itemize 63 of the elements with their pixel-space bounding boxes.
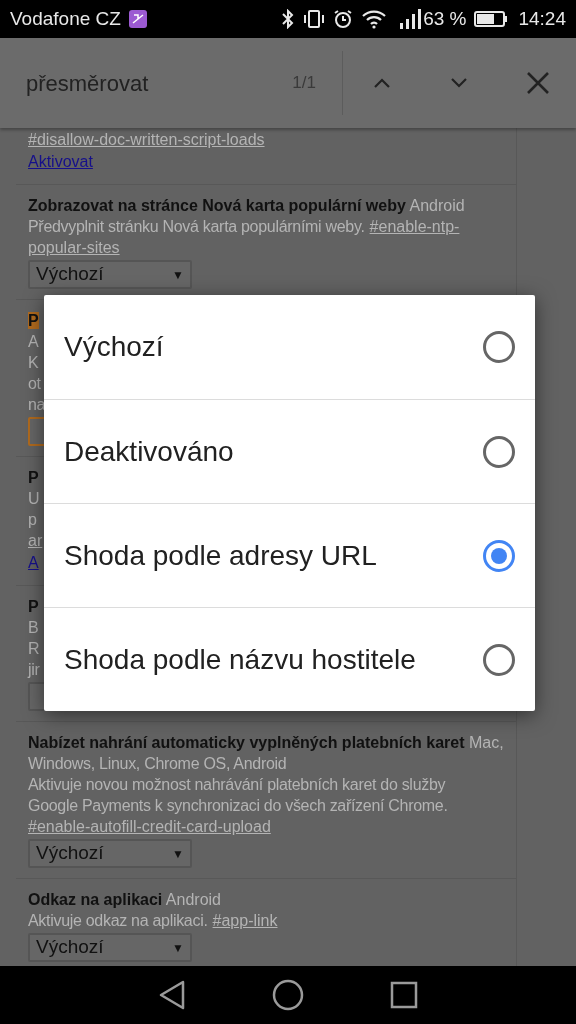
flag-description: R [28,640,40,657]
carrier-label: Vodafone CZ [10,6,121,31]
flag-description: Předvyplnit stránku Nová karta populárními weby. [28,218,365,235]
chevron-up-icon[interactable] [373,77,391,89]
option-select[interactable]: Výchozí ▼ [28,260,192,289]
flag-title: P [28,312,39,329]
option-row[interactable]: Shoda podle adresy URL [44,503,535,607]
battery-percent: 63 % [423,6,467,31]
flag-description: Aktivuje novou možnost nahrávání platebních karet do služby [28,776,446,793]
flag-description: na [28,396,46,413]
option-select[interactable]: Výchozí ▼ [28,933,192,962]
flag-link[interactable]: popular-sites [28,239,120,256]
signal-icon [399,9,422,29]
flag-link[interactable]: #app-link [212,912,278,929]
bluetooth-icon [281,9,296,29]
option-label: Deaktivováno [64,434,235,469]
home-icon[interactable] [272,979,304,1011]
option-label: Shoda podle názvu hostitele [64,642,417,677]
flag-description: p [28,511,37,528]
flag-description: Windows, Linux, Chrome OS, Android [28,755,287,772]
image-icon [128,10,147,28]
flag-description: U [28,490,40,507]
flag-title: Zobrazovat na stránce Nová karta populární weby [28,197,406,214]
flag-description: A [28,333,39,350]
flag-description: jir [28,661,40,678]
recents-icon[interactable] [390,981,418,1009]
chevron-down-icon[interactable] [450,77,468,89]
option-select[interactable]: Výchozí ▼ [28,839,192,868]
option-row[interactable]: Výchozí [44,295,535,399]
flag-title: Nabízet nahrání automaticky vyplněných platebních karet [28,734,465,751]
option-label: Výchozí [64,330,165,364]
platform-label: Android [408,197,465,214]
enable-link[interactable]: A [28,554,39,571]
alarm-icon [333,9,354,29]
vibrate-icon [303,9,326,29]
flag-description: K [28,354,39,371]
flag-link[interactable]: ar [28,532,43,549]
flag-description: B [28,619,39,636]
flag-link[interactable]: #enable-autofill-credit-card-upload [28,818,271,835]
platform-label: Mac, [468,734,504,751]
option-label: Shoda podle adresy URL [64,538,378,573]
flag-title: P [28,469,39,486]
flag-title: Odkaz na aplikaci [28,891,163,908]
radio-button[interactable] [483,331,515,363]
radio-button[interactable] [483,643,515,676]
back-icon[interactable] [158,980,186,1010]
flag-description: ot [28,375,41,392]
flag-link[interactable]: #disallow-doc-written-script-loads [28,131,265,148]
flag-title: P [28,598,39,615]
enable-link[interactable]: Aktivovat [28,153,93,170]
flag-description: Aktivuje odkaz na aplikaci. [28,912,208,929]
flag-description: Google Payments k synchronizaci do všech zařízení Chrome. [28,797,448,814]
option-row[interactable]: Shoda podle názvu hostitele [44,607,535,711]
platform-label: Android [164,891,221,908]
flag-link[interactable]: #enable-ntp- [369,218,460,235]
close-icon[interactable] [526,71,550,95]
battery-icon [474,10,509,28]
radio-button[interactable] [483,539,515,572]
find-query[interactable]: přesměrovat [26,66,149,100]
clock: 14:24 [518,6,566,31]
wifi-icon [361,9,388,29]
radio-button[interactable] [483,435,515,468]
option-row[interactable]: Deaktivováno [44,399,535,503]
